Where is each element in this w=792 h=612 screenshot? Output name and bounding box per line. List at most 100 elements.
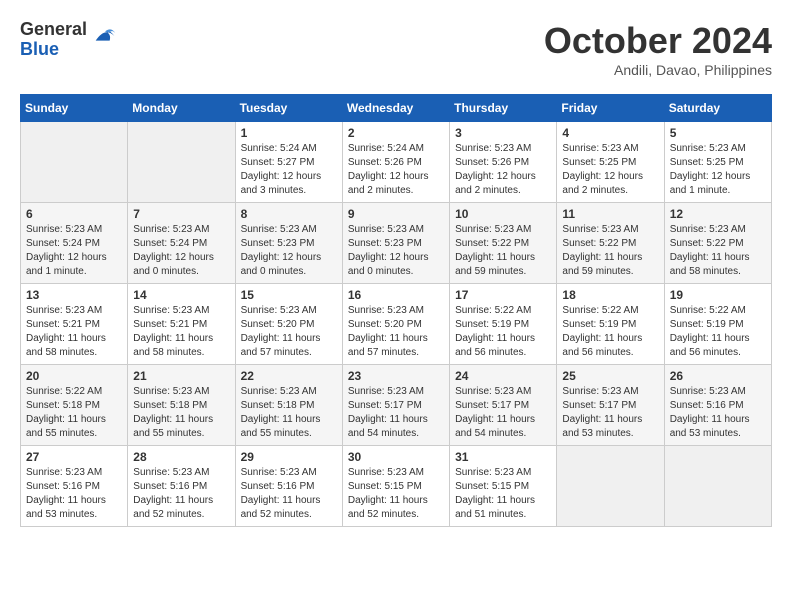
calendar-cell: 16Sunrise: 5:23 AM Sunset: 5:20 PM Dayli… (342, 284, 449, 365)
day-info: Sunrise: 5:23 AM Sunset: 5:25 PM Dayligh… (562, 142, 658, 198)
day-number: 29 (241, 450, 337, 464)
week-row-3: 13 Sunrise: 5:23 AM Sunset: 5:21 PM Dayli… (21, 284, 772, 365)
calendar-cell: 30 Sunrise: 5:23 AM Sunset: 5:15 PM Dayli… (342, 446, 449, 527)
day-info: Sunrise: 5:23 AM Sunset: 5:25 PM Dayligh… (670, 142, 766, 198)
calendar-cell: 13 Sunrise: 5:23 AM Sunset: 5:21 PM Dayli… (21, 284, 128, 365)
header-row: SundayMondayTuesdayWednesdayThursdayFrid… (21, 95, 772, 122)
calendar-cell: 17 Sunrise: 5:22 AM Sunset: 5:19 PM Dayli… (450, 284, 557, 365)
day-info: Sunrise: 5:23 AM Sunset: 5:17 PM Dayligh… (455, 385, 551, 441)
day-number: 5 (670, 126, 766, 140)
logo: General Blue (20, 20, 119, 60)
column-header-wednesday: Wednesday (342, 95, 449, 122)
day-number: 26 (670, 369, 766, 383)
day-number: 2 (348, 126, 444, 140)
calendar-cell: 15Sunrise: 5:23 AM Sunset: 5:20 PM Dayli… (235, 284, 342, 365)
day-number: 27 (26, 450, 122, 464)
calendar-cell: 25 Sunrise: 5:23 AM Sunset: 5:17 PM Dayli… (557, 365, 664, 446)
day-number: 9 (348, 207, 444, 221)
day-number: 31 (455, 450, 551, 464)
calendar-cell: 12 Sunrise: 5:23 AM Sunset: 5:22 PM Dayli… (664, 203, 771, 284)
day-info: Sunrise: 5:23 AM Sunset: 5:21 PM Dayligh… (26, 304, 122, 360)
week-row-4: 20 Sunrise: 5:22 AM Sunset: 5:18 PM Dayli… (21, 365, 772, 446)
day-number: 17 (455, 288, 551, 302)
column-header-monday: Monday (128, 95, 235, 122)
day-info: Sunrise: 5:23 AM Sunset: 5:18 PM Dayligh… (133, 385, 229, 441)
calendar-cell: 26Sunrise: 5:23 AM Sunset: 5:16 PM Dayli… (664, 365, 771, 446)
day-number: 28 (133, 450, 229, 464)
day-info: Sunrise: 5:23 AM Sunset: 5:16 PM Dayligh… (26, 466, 122, 522)
day-number: 20 (26, 369, 122, 383)
day-number: 14 (133, 288, 229, 302)
day-info: Sunrise: 5:23 AM Sunset: 5:17 PM Dayligh… (348, 385, 444, 441)
logo-blue: Blue (20, 40, 87, 60)
calendar-cell: 5 Sunrise: 5:23 AM Sunset: 5:25 PM Daylig… (664, 122, 771, 203)
calendar-cell: 6Sunrise: 5:23 AM Sunset: 5:24 PM Daylig… (21, 203, 128, 284)
calendar-cell: 29 Sunrise: 5:23 AM Sunset: 5:16 PM Dayli… (235, 446, 342, 527)
calendar-cell: 28 Sunrise: 5:23 AM Sunset: 5:16 PM Dayli… (128, 446, 235, 527)
day-info: Sunrise: 5:23 AM Sunset: 5:22 PM Dayligh… (670, 223, 766, 279)
column-header-thursday: Thursday (450, 95, 557, 122)
title-section: October 2024 Andili, Davao, Philippines (544, 20, 772, 78)
calendar-body: 1 Sunrise: 5:24 AM Sunset: 5:27 PM Daylig… (21, 122, 772, 527)
day-info: Sunrise: 5:23 AM Sunset: 5:22 PM Dayligh… (562, 223, 658, 279)
calendar-cell: 9 Sunrise: 5:23 AM Sunset: 5:23 PM Daylig… (342, 203, 449, 284)
calendar-cell: 1 Sunrise: 5:24 AM Sunset: 5:27 PM Daylig… (235, 122, 342, 203)
calendar-cell: 20 Sunrise: 5:22 AM Sunset: 5:18 PM Dayli… (21, 365, 128, 446)
day-number: 7 (133, 207, 229, 221)
day-info: Sunrise: 5:22 AM Sunset: 5:19 PM Dayligh… (562, 304, 658, 360)
day-number: 30 (348, 450, 444, 464)
calendar-cell: 22 Sunrise: 5:23 AM Sunset: 5:18 PM Dayli… (235, 365, 342, 446)
day-info: Sunrise: 5:23 AM Sunset: 5:26 PM Dayligh… (455, 142, 551, 198)
day-info: Sunrise: 5:23 AM Sunset: 5:18 PM Dayligh… (241, 385, 337, 441)
day-info: Sunrise: 5:23 AM Sunset: 5:16 PM Dayligh… (133, 466, 229, 522)
location: Andili, Davao, Philippines (544, 62, 772, 78)
logo-icon (91, 22, 119, 50)
header-section: General Blue October 2024 Andili, Davao,… (20, 20, 772, 78)
calendar-cell (21, 122, 128, 203)
day-info: Sunrise: 5:23 AM Sunset: 5:23 PM Dayligh… (348, 223, 444, 279)
calendar-cell: 2 Sunrise: 5:24 AM Sunset: 5:26 PM Daylig… (342, 122, 449, 203)
logo-text: General Blue (20, 20, 87, 60)
calendar-cell: 14Sunrise: 5:23 AM Sunset: 5:21 PM Dayli… (128, 284, 235, 365)
day-info: Sunrise: 5:22 AM Sunset: 5:19 PM Dayligh… (670, 304, 766, 360)
calendar-cell (664, 446, 771, 527)
main-container: General Blue October 2024 Andili, Davao,… (0, 0, 792, 537)
day-number: 21 (133, 369, 229, 383)
calendar-cell: 23Sunrise: 5:23 AM Sunset: 5:17 PM Dayli… (342, 365, 449, 446)
calendar-cell: 19Sunrise: 5:22 AM Sunset: 5:19 PM Dayli… (664, 284, 771, 365)
day-info: Sunrise: 5:22 AM Sunset: 5:19 PM Dayligh… (455, 304, 551, 360)
calendar-header: SundayMondayTuesdayWednesdayThursdayFrid… (21, 95, 772, 122)
column-header-tuesday: Tuesday (235, 95, 342, 122)
day-number: 12 (670, 207, 766, 221)
day-number: 1 (241, 126, 337, 140)
day-number: 18 (562, 288, 658, 302)
day-number: 25 (562, 369, 658, 383)
day-info: Sunrise: 5:23 AM Sunset: 5:22 PM Dayligh… (455, 223, 551, 279)
day-number: 4 (562, 126, 658, 140)
day-number: 16 (348, 288, 444, 302)
day-number: 22 (241, 369, 337, 383)
day-number: 13 (26, 288, 122, 302)
calendar-cell: 31Sunrise: 5:23 AM Sunset: 5:15 PM Dayli… (450, 446, 557, 527)
column-header-saturday: Saturday (664, 95, 771, 122)
logo-general: General (20, 20, 87, 40)
day-number: 15 (241, 288, 337, 302)
day-info: Sunrise: 5:23 AM Sunset: 5:24 PM Dayligh… (133, 223, 229, 279)
calendar-cell (128, 122, 235, 203)
calendar-cell (557, 446, 664, 527)
day-number: 10 (455, 207, 551, 221)
day-number: 8 (241, 207, 337, 221)
column-header-friday: Friday (557, 95, 664, 122)
day-info: Sunrise: 5:24 AM Sunset: 5:27 PM Dayligh… (241, 142, 337, 198)
day-info: Sunrise: 5:23 AM Sunset: 5:15 PM Dayligh… (348, 466, 444, 522)
day-info: Sunrise: 5:23 AM Sunset: 5:16 PM Dayligh… (241, 466, 337, 522)
calendar-table: SundayMondayTuesdayWednesdayThursdayFrid… (20, 94, 772, 527)
calendar-cell: 21 Sunrise: 5:23 AM Sunset: 5:18 PM Dayli… (128, 365, 235, 446)
calendar-cell: 11Sunrise: 5:23 AM Sunset: 5:22 PM Dayli… (557, 203, 664, 284)
column-header-sunday: Sunday (21, 95, 128, 122)
month-title: October 2024 (544, 20, 772, 62)
day-info: Sunrise: 5:22 AM Sunset: 5:18 PM Dayligh… (26, 385, 122, 441)
day-info: Sunrise: 5:24 AM Sunset: 5:26 PM Dayligh… (348, 142, 444, 198)
day-info: Sunrise: 5:23 AM Sunset: 5:17 PM Dayligh… (562, 385, 658, 441)
calendar-cell: 18 Sunrise: 5:22 AM Sunset: 5:19 PM Dayli… (557, 284, 664, 365)
